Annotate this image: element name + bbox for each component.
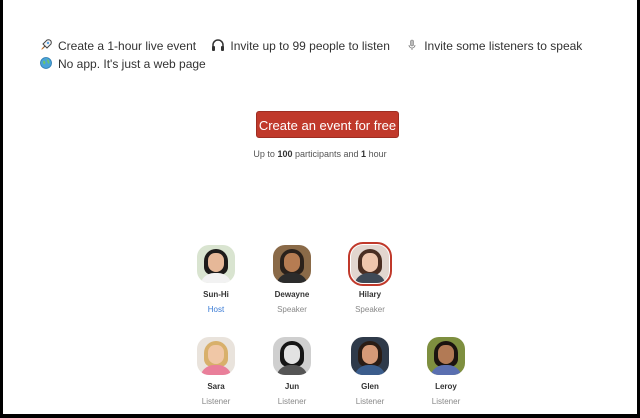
feature-list: Create a 1-hour live event Invite up to … [39,37,629,73]
participant-role: Listener [431,397,461,406]
participant-name: Dewayne [274,290,310,299]
participant-role: Speaker [355,305,385,314]
participant-role: Listener [355,397,385,406]
hour-limit: 1 [361,149,367,159]
feature-item: No app. It's just a web page [39,55,206,73]
participant-name: Sara [207,382,225,391]
participant-limit: 100 [277,149,293,159]
participant-name: Leroy [435,382,457,391]
feature-label: Invite up to 99 people to listen [230,39,390,53]
headphones-icon [212,39,225,51]
note-suffix: hour [368,149,387,159]
participant-card: Dewayne Speaker [255,245,329,314]
avatar [197,245,235,283]
note-middle: participants and [294,149,359,159]
create-event-button[interactable]: Create an event for free [256,111,399,138]
feature-label: No app. It's just a web page [58,57,206,71]
feature-item: Create a 1-hour live event [39,37,196,55]
page: Create a 1-hour live event Invite up to … [3,0,637,414]
avatar [273,337,311,375]
participant-name: Glen [361,382,379,391]
participant-card: Hilary Speaker [333,242,407,314]
feature-item: Invite some listeners to speak [405,37,582,55]
participant-card: Leroy Listener [409,337,483,406]
participant-role: Host [207,305,225,314]
note-prefix: Up to [253,149,275,159]
avatar [427,337,465,375]
participant-card: Glen Listener [333,337,407,406]
participant-name: Hilary [358,290,382,299]
cut-off-heading [239,0,449,2]
participant-card: Sun-Hi Host [179,245,253,314]
cta-note: Up to 100 participants and 1 hour [3,149,637,159]
participant-role: Listener [277,397,307,406]
participant-name: Sun-Hi [203,290,229,299]
avatar [197,337,235,375]
feature-item: Invite up to 99 people to listen [211,37,390,55]
participant-name: Jun [284,382,300,391]
avatar-speaking [348,242,392,286]
rocket-icon [41,39,52,50]
avatar [273,245,311,283]
feature-label: Invite some listeners to speak [424,39,583,53]
feature-label: Create a 1-hour live event [58,39,197,53]
avatar [351,337,389,375]
participant-card: Sara Listener [179,337,253,406]
participant-role: Listener [201,397,231,406]
microphone-icon [408,39,416,50]
participant-role: Speaker [277,305,307,314]
participant-card: Jun Listener [255,337,329,406]
globe-icon [40,57,52,69]
